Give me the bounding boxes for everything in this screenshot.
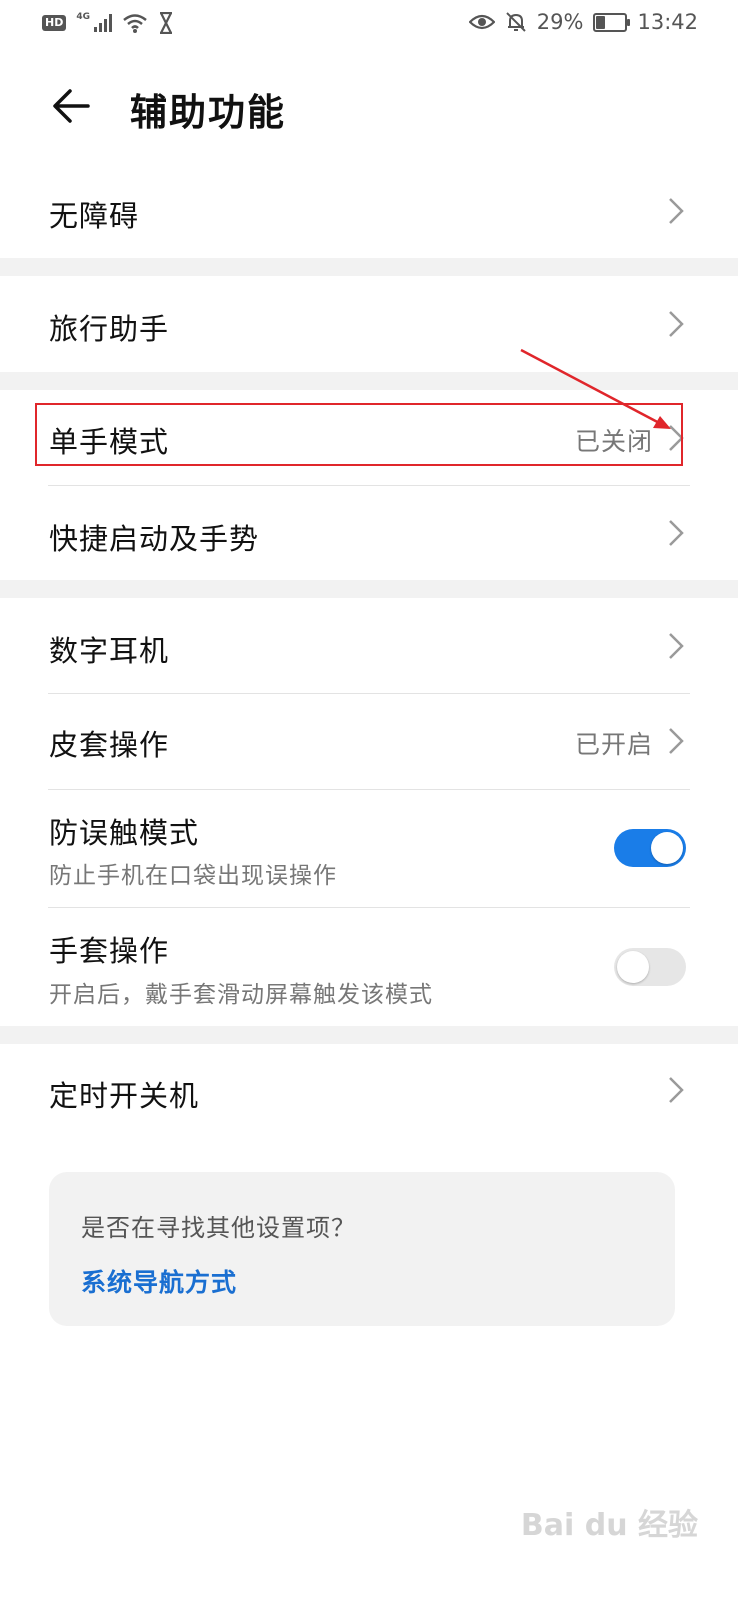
back-arrow-icon[interactable]	[48, 82, 96, 130]
row-label: 旅行助手	[49, 312, 170, 346]
section-separator	[0, 258, 738, 276]
row-description: 开启后，戴手套滑动屏幕触发该模式	[49, 982, 433, 1008]
row-label: 定时开关机	[49, 1079, 200, 1113]
mute-bell-icon	[506, 12, 526, 32]
status-right: 29% 13:42	[468, 10, 698, 34]
row-status: 已开启	[574, 730, 653, 759]
hd-badge: HD	[42, 15, 67, 31]
chevron-right-icon	[669, 728, 684, 754]
row-description: 防止手机在口袋出现误操作	[49, 863, 337, 889]
chevron-right-icon	[669, 1077, 684, 1103]
row-label: 快捷启动及手势	[49, 522, 260, 556]
network-type: 4G	[76, 12, 90, 22]
status-bar: HD 4G 29% 13:42	[0, 0, 738, 52]
annotation-arrow-icon	[520, 348, 671, 429]
chevron-right-icon	[669, 311, 684, 337]
accidental-touch-toggle[interactable]	[614, 829, 686, 867]
row-quick-launch[interactable]: 快捷启动及手势	[0, 486, 738, 580]
row-glove-mode[interactable]: 手套操作 开启后，戴手套滑动屏幕触发该模式	[0, 908, 738, 1026]
page-title: 辅助功能	[130, 91, 286, 134]
signal-icon	[94, 14, 112, 32]
hourglass-icon	[160, 12, 172, 34]
row-digital-earphone[interactable]: 数字耳机	[0, 598, 738, 694]
group-power: 定时开关机	[0, 1044, 738, 1140]
row-accessibility[interactable]: 无障碍	[0, 162, 738, 258]
chevron-right-icon	[669, 520, 684, 546]
system-navigation-link[interactable]: 系统导航方式	[81, 1263, 237, 1299]
group-device: 数字耳机 皮套操作 已开启 防误触模式 防止手机在口袋出现误操作 手套操作 开启…	[0, 598, 738, 1026]
baidu-watermark: Bai du 经验	[520, 1508, 698, 1543]
row-accidental-touch[interactable]: 防误触模式 防止手机在口袋出现误操作	[0, 790, 738, 908]
section-separator	[0, 1026, 738, 1044]
eye-icon	[468, 14, 495, 30]
row-label: 防误触模式	[49, 816, 200, 850]
chevron-right-icon	[669, 633, 684, 659]
glove-mode-toggle[interactable]	[614, 948, 686, 986]
chevron-right-icon	[669, 198, 684, 224]
section-separator	[0, 580, 738, 598]
status-left: HD 4G	[42, 12, 174, 34]
battery-percent: 29%	[536, 10, 584, 34]
suggestion-question: 是否在寻找其他设置项？	[81, 1214, 356, 1242]
row-label: 无障碍	[49, 199, 140, 233]
clock: 13:42	[637, 10, 698, 34]
wifi-icon	[123, 14, 147, 33]
group-accessibility: 无障碍	[0, 162, 738, 258]
row-label: 数字耳机	[49, 634, 170, 668]
row-scheduled-power[interactable]: 定时开关机	[0, 1044, 738, 1140]
row-cover-operation[interactable]: 皮套操作 已开启	[0, 694, 738, 790]
battery-icon	[593, 12, 631, 32]
row-label: 皮套操作	[49, 728, 170, 762]
header: 辅助功能	[0, 62, 738, 154]
suggestion-card: 是否在寻找其他设置项？ 系统导航方式	[49, 1172, 675, 1326]
row-label: 手套操作	[49, 934, 170, 968]
